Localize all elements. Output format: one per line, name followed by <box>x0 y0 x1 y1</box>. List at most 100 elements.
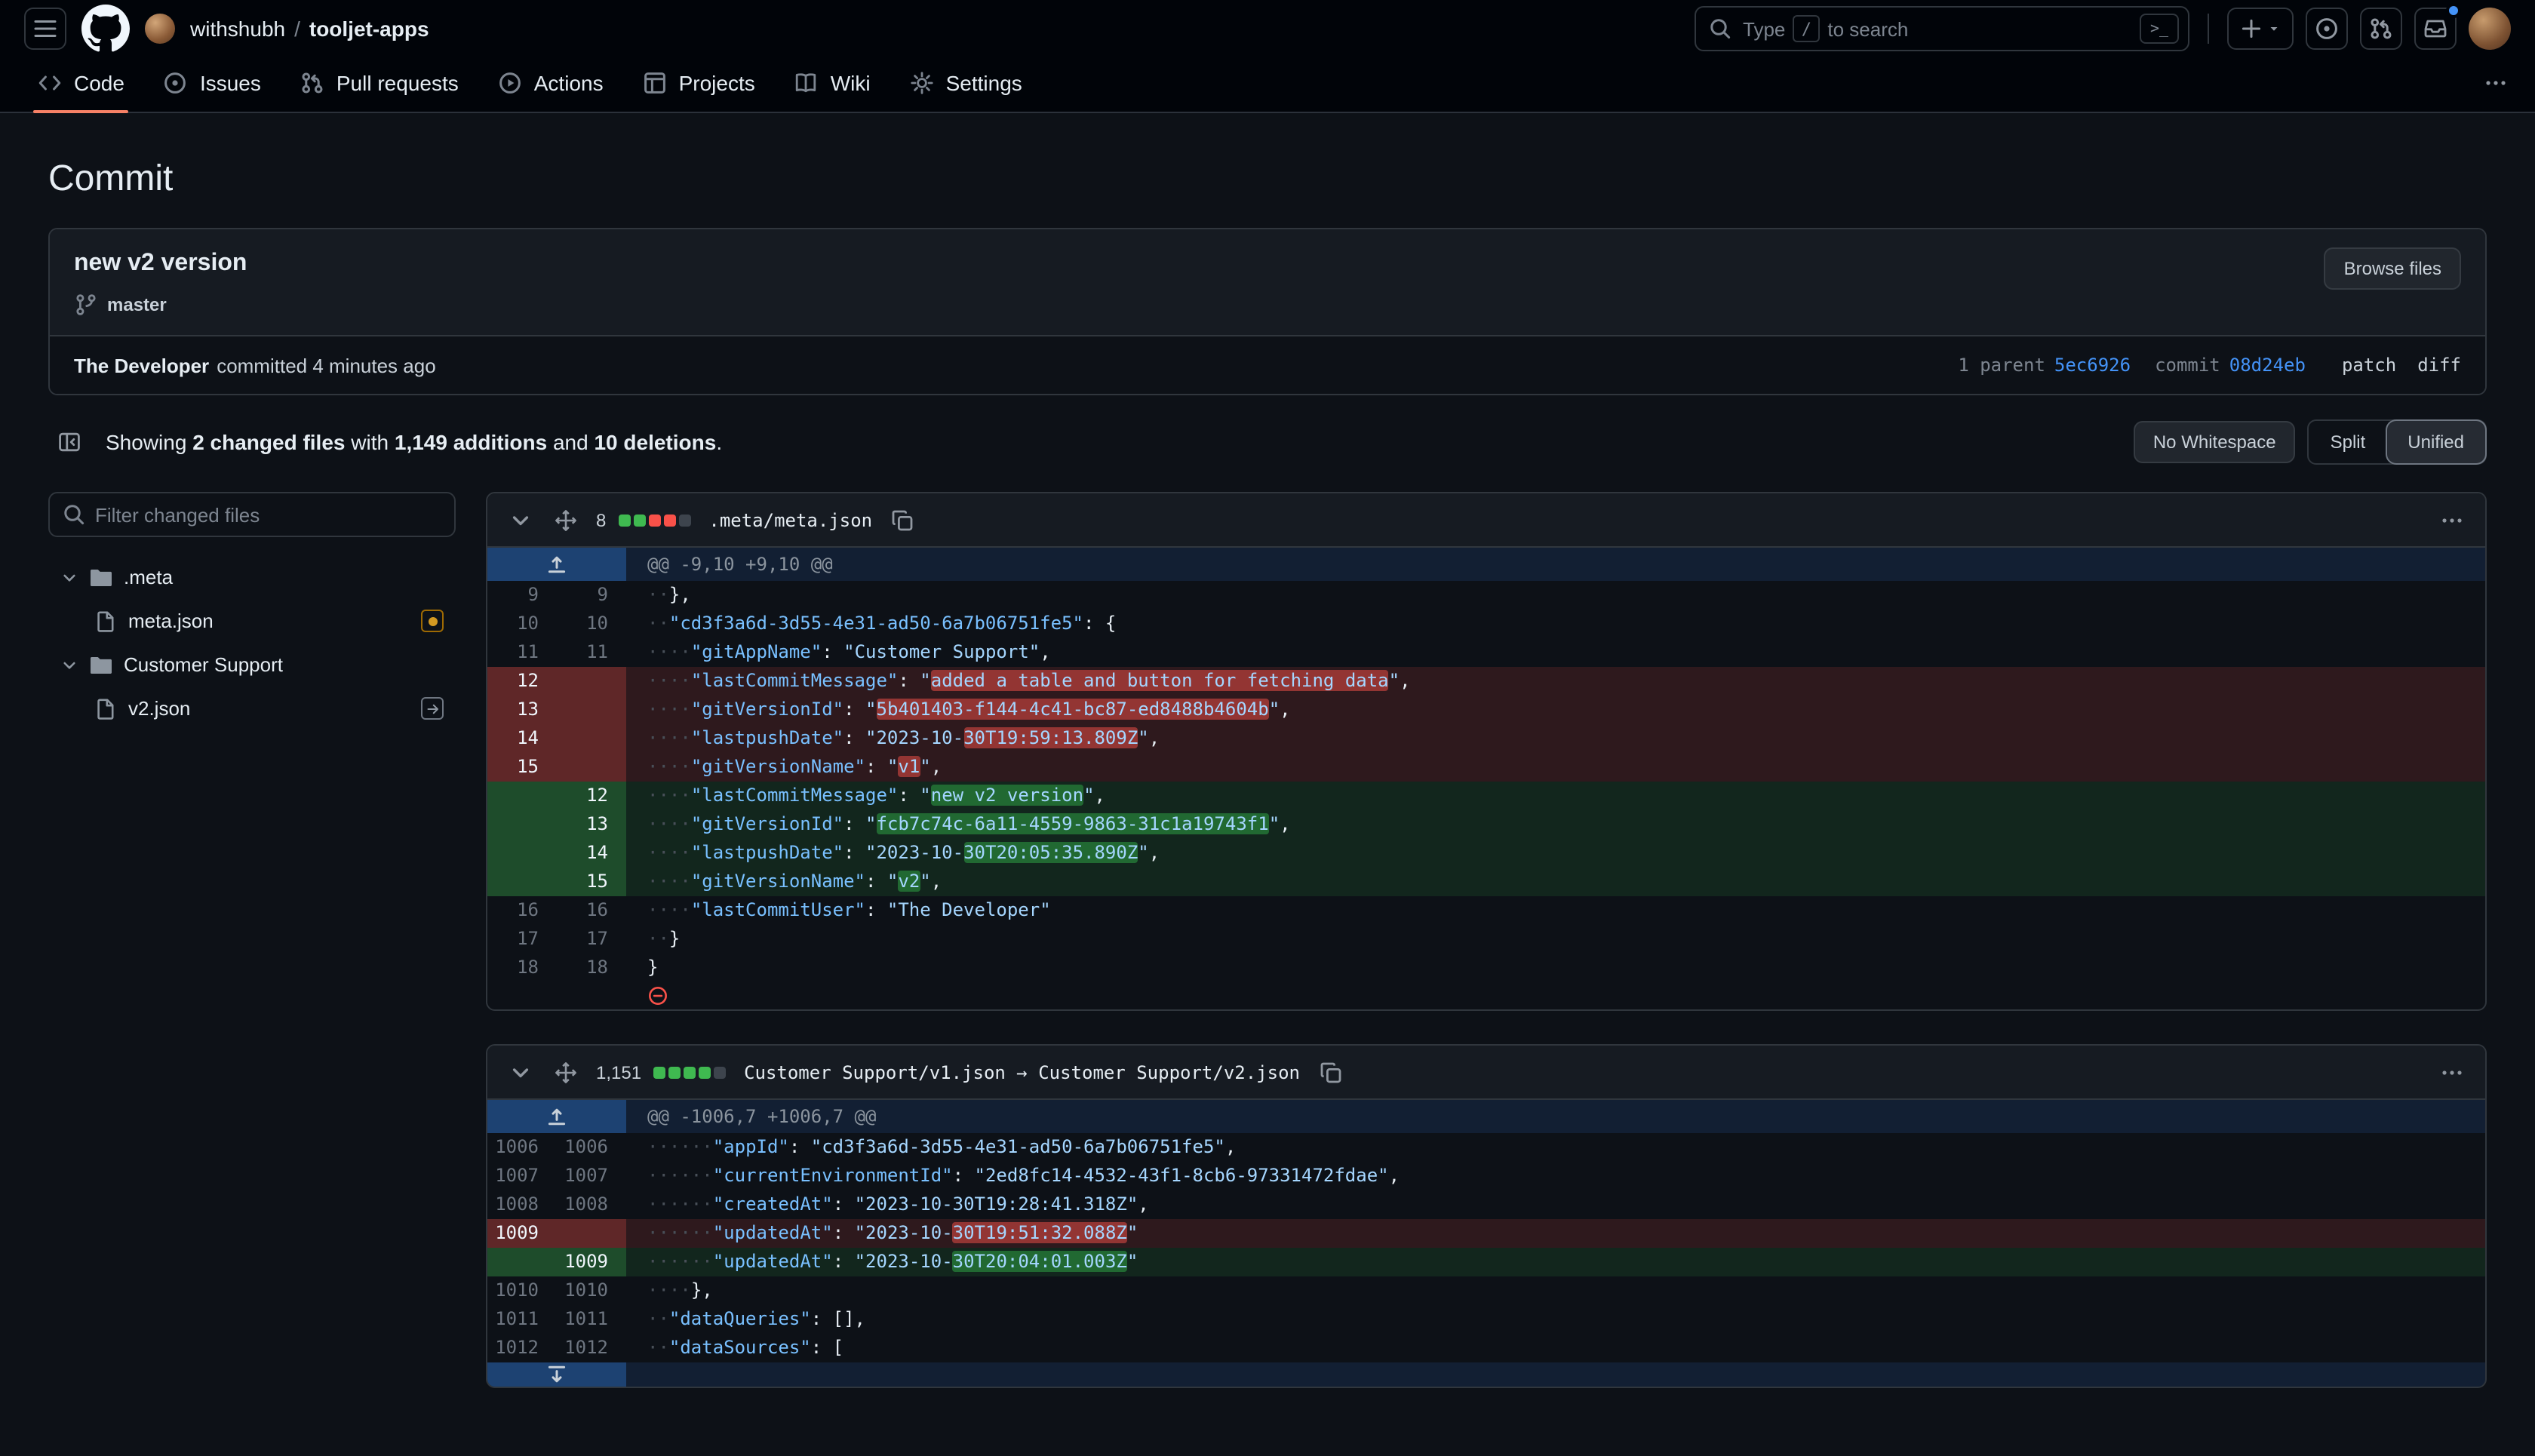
parent-sha-link[interactable]: 5ec6926 <box>2054 355 2131 376</box>
tab-actions[interactable]: Actions <box>478 54 623 112</box>
line-number-new[interactable]: 10 <box>557 610 626 638</box>
whitespace-button[interactable]: No Whitespace <box>2134 421 2296 463</box>
file-options-button[interactable] <box>2434 1054 2470 1090</box>
line-number-old[interactable]: 1012 <box>487 1334 557 1362</box>
line-number-new[interactable]: 12 <box>557 782 626 810</box>
patch-link[interactable]: patch <box>2342 355 2396 376</box>
line-number-new[interactable]: 1006 <box>557 1133 626 1162</box>
line-number-old[interactable] <box>487 782 557 810</box>
global-search-input[interactable]: Type/to search >_ <box>1695 6 2189 51</box>
code-line: ····"gitVersionName": "v2", <box>626 868 2485 896</box>
line-number-old[interactable]: 1009 <box>487 1219 557 1248</box>
copy-path-button[interactable] <box>1312 1054 1348 1090</box>
line-number-new[interactable]: 16 <box>557 896 626 925</box>
tab-pull-requests[interactable]: Pull requests <box>281 54 478 112</box>
github-logo[interactable] <box>81 5 130 53</box>
tree-item-meta-json[interactable]: meta.json <box>48 599 456 643</box>
line-number-old[interactable]: 18 <box>487 954 557 982</box>
line-number-new[interactable]: 11 <box>557 638 626 667</box>
line-number-old[interactable] <box>487 1248 557 1276</box>
line-number-old[interactable]: 10 <box>487 610 557 638</box>
tree-item-meta[interactable]: .meta <box>48 555 456 599</box>
tab-issues[interactable]: Issues <box>144 54 281 112</box>
line-number-old[interactable]: 17 <box>487 925 557 954</box>
file-filter-input[interactable] <box>48 492 456 537</box>
user-avatar-button[interactable] <box>2469 8 2511 50</box>
pull-requests-button[interactable] <box>2360 8 2402 50</box>
line-number-old[interactable]: 1007 <box>487 1162 557 1190</box>
file-collapse-button[interactable] <box>502 502 539 538</box>
line-number-old[interactable]: 15 <box>487 753 557 782</box>
file-tree-toggle-button[interactable] <box>48 421 91 463</box>
expand-all-button[interactable] <box>548 502 584 538</box>
line-number-new[interactable] <box>557 696 626 724</box>
tab-settings[interactable]: Settings <box>890 54 1042 112</box>
line-number-new[interactable] <box>557 753 626 782</box>
line-number-new[interactable]: 1010 <box>557 1276 626 1305</box>
arrow-right-icon <box>425 701 440 716</box>
line-number-new[interactable]: 1009 <box>557 1248 626 1276</box>
tree-item-customer-support[interactable]: Customer Support <box>48 643 456 687</box>
hamburger-menu-button[interactable] <box>24 8 66 50</box>
line-number-old[interactable]: 12 <box>487 667 557 696</box>
line-number-old[interactable]: 1011 <box>487 1305 557 1334</box>
file-name-link[interactable]: Customer Support/v1.json → Customer Supp… <box>744 1061 1300 1083</box>
expand-all-button[interactable] <box>548 1054 584 1090</box>
diff-link[interactable]: diff <box>2417 355 2461 376</box>
tab-code[interactable]: Code <box>18 54 144 112</box>
line-number-new[interactable]: 13 <box>557 810 626 839</box>
tab-wiki[interactable]: Wiki <box>775 54 890 112</box>
code-token: ·· <box>647 1337 669 1358</box>
line-number-new[interactable] <box>557 1219 626 1248</box>
file-collapse-button[interactable] <box>502 1054 539 1090</box>
line-number-new[interactable]: 9 <box>557 581 626 610</box>
breadcrumb-owner[interactable]: withshubh <box>190 17 285 41</box>
line-number-old[interactable] <box>487 868 557 896</box>
hunk-header-row: @@ -1006,7 +1006,7 @@ <box>487 1100 2485 1133</box>
line-number-new[interactable]: 17 <box>557 925 626 954</box>
line-number-old[interactable]: 1008 <box>487 1190 557 1219</box>
file-name-link[interactable]: .meta/meta.json <box>708 509 872 530</box>
hunk-expand-button[interactable] <box>487 548 626 581</box>
tree-item-v2-json[interactable]: v2.json <box>48 687 456 730</box>
issues-button[interactable] <box>2306 8 2348 50</box>
create-new-button[interactable] <box>2227 8 2294 50</box>
split-view-button[interactable]: Split <box>2309 421 2387 463</box>
command-palette-button[interactable]: >_ <box>2140 14 2179 44</box>
line-number-old[interactable]: 14 <box>487 724 557 753</box>
browse-files-button[interactable]: Browse files <box>2325 247 2461 290</box>
breadcrumb-repo[interactable]: tooljet-apps <box>309 17 429 41</box>
line-number-old[interactable]: 1010 <box>487 1276 557 1305</box>
hunk-expand-button[interactable] <box>487 1100 626 1133</box>
line-number-old[interactable]: 16 <box>487 896 557 925</box>
commit-sha-link[interactable]: 08d24eb <box>2229 355 2306 376</box>
code-token: : <box>898 785 920 806</box>
unified-view-button[interactable]: Unified <box>2386 421 2485 463</box>
line-number-old[interactable] <box>487 839 557 868</box>
file-options-button[interactable] <box>2434 502 2470 538</box>
inbox-button[interactable] <box>2414 8 2457 50</box>
line-number-old[interactable]: 9 <box>487 581 557 610</box>
tab-label: Actions <box>534 71 604 95</box>
hunk-expand-button[interactable] <box>487 1362 626 1387</box>
issues-icon <box>2315 17 2339 41</box>
line-number-new[interactable]: 14 <box>557 839 626 868</box>
line-number-new[interactable]: 1012 <box>557 1334 626 1362</box>
line-number-old[interactable] <box>487 810 557 839</box>
line-number-old[interactable]: 1006 <box>487 1133 557 1162</box>
line-number-new[interactable]: 1007 <box>557 1162 626 1190</box>
tab-projects[interactable]: Projects <box>623 54 775 112</box>
line-number-new[interactable] <box>557 724 626 753</box>
branch-link[interactable]: master <box>107 294 167 315</box>
line-number-old[interactable]: 13 <box>487 696 557 724</box>
line-number-new[interactable]: 15 <box>557 868 626 896</box>
copy-path-button[interactable] <box>884 502 920 538</box>
summary-and: and <box>553 430 588 454</box>
nav-overflow-button[interactable] <box>2475 62 2517 104</box>
line-number-new[interactable]: 18 <box>557 954 626 982</box>
line-number-old[interactable]: 11 <box>487 638 557 667</box>
diff-line-add: 15····"gitVersionName": "v2", <box>487 868 2485 896</box>
line-number-new[interactable]: 1008 <box>557 1190 626 1219</box>
line-number-new[interactable]: 1011 <box>557 1305 626 1334</box>
line-number-new[interactable] <box>557 667 626 696</box>
